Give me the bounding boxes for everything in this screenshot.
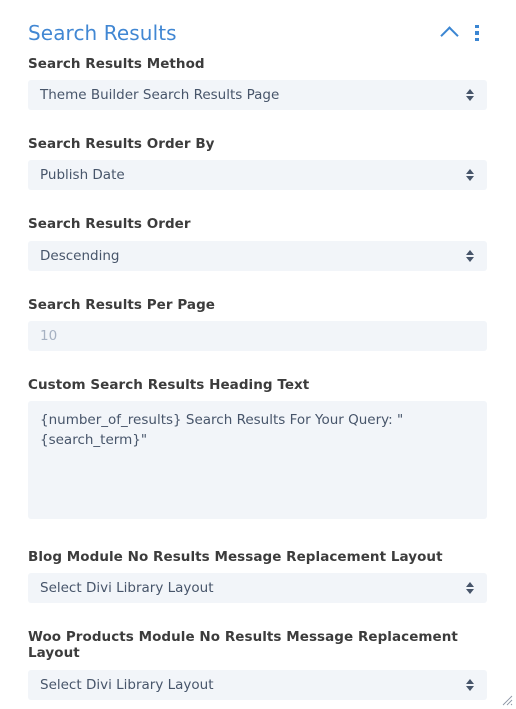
search-results-order-by-select[interactable]: Publish Date [28, 160, 487, 191]
search-results-order-select[interactable]: Descending [28, 240, 487, 271]
field-blog-module-no-results-layout: Blog Module No Results Message Replaceme… [28, 548, 488, 604]
search-results-per-page-input[interactable]: 10 [28, 320, 487, 351]
field-label: Search Results Order [28, 216, 191, 233]
field-search-results-per-page: Search Results Per Page 10 [28, 297, 488, 351]
resize-grip-icon[interactable] [502, 695, 513, 706]
text-control: 10 [28, 320, 487, 351]
field-label: Search Results Order By [28, 136, 215, 153]
woo-products-no-results-layout-select[interactable]: Select Divi Library Layout [28, 669, 487, 700]
select-control: Descending [28, 240, 487, 271]
collapse-toggle-button[interactable] [439, 23, 459, 45]
field-search-results-order: Search Results Order Descending [28, 216, 488, 271]
field-label: Search Results Per Page [28, 296, 215, 313]
blog-module-no-results-layout-select[interactable]: Select Divi Library Layout [28, 573, 487, 604]
field-label: Woo Products Module No Results Message R… [28, 629, 458, 662]
more-options-button[interactable] [468, 23, 486, 43]
select-control: Select Divi Library Layout [28, 669, 487, 700]
field-search-results-order-by: Search Results Order By Publish Date [28, 136, 488, 191]
kebab-menu-icon [475, 24, 479, 42]
page-title: Search Results [28, 21, 177, 45]
header-actions [439, 23, 488, 45]
select-control: Publish Date [28, 160, 487, 191]
field-custom-heading-text: Custom Search Results Heading Text {numb… [28, 376, 513, 706]
chevron-up-icon [439, 25, 459, 45]
custom-search-results-heading-textarea[interactable]: {number_of_results} Search Results For Y… [28, 400, 487, 519]
field-search-results-method: Search Results Method Theme Builder Sear… [28, 56, 488, 111]
search-results-settings-panel: Search Results Search Results Method The… [0, 0, 516, 709]
panel-header: Search Results [28, 0, 488, 56]
select-control: Theme Builder Search Results Page [28, 80, 487, 111]
field-label: Custom Search Results Heading Text [28, 376, 310, 393]
field-label: Search Results Method [28, 56, 205, 72]
search-results-method-select[interactable]: Theme Builder Search Results Page [28, 80, 487, 111]
field-label: Blog Module No Results Message Replaceme… [28, 548, 443, 565]
select-control: Select Divi Library Layout [28, 573, 487, 604]
field-woo-products-no-results-layout: Woo Products Module No Results Message R… [28, 629, 488, 700]
